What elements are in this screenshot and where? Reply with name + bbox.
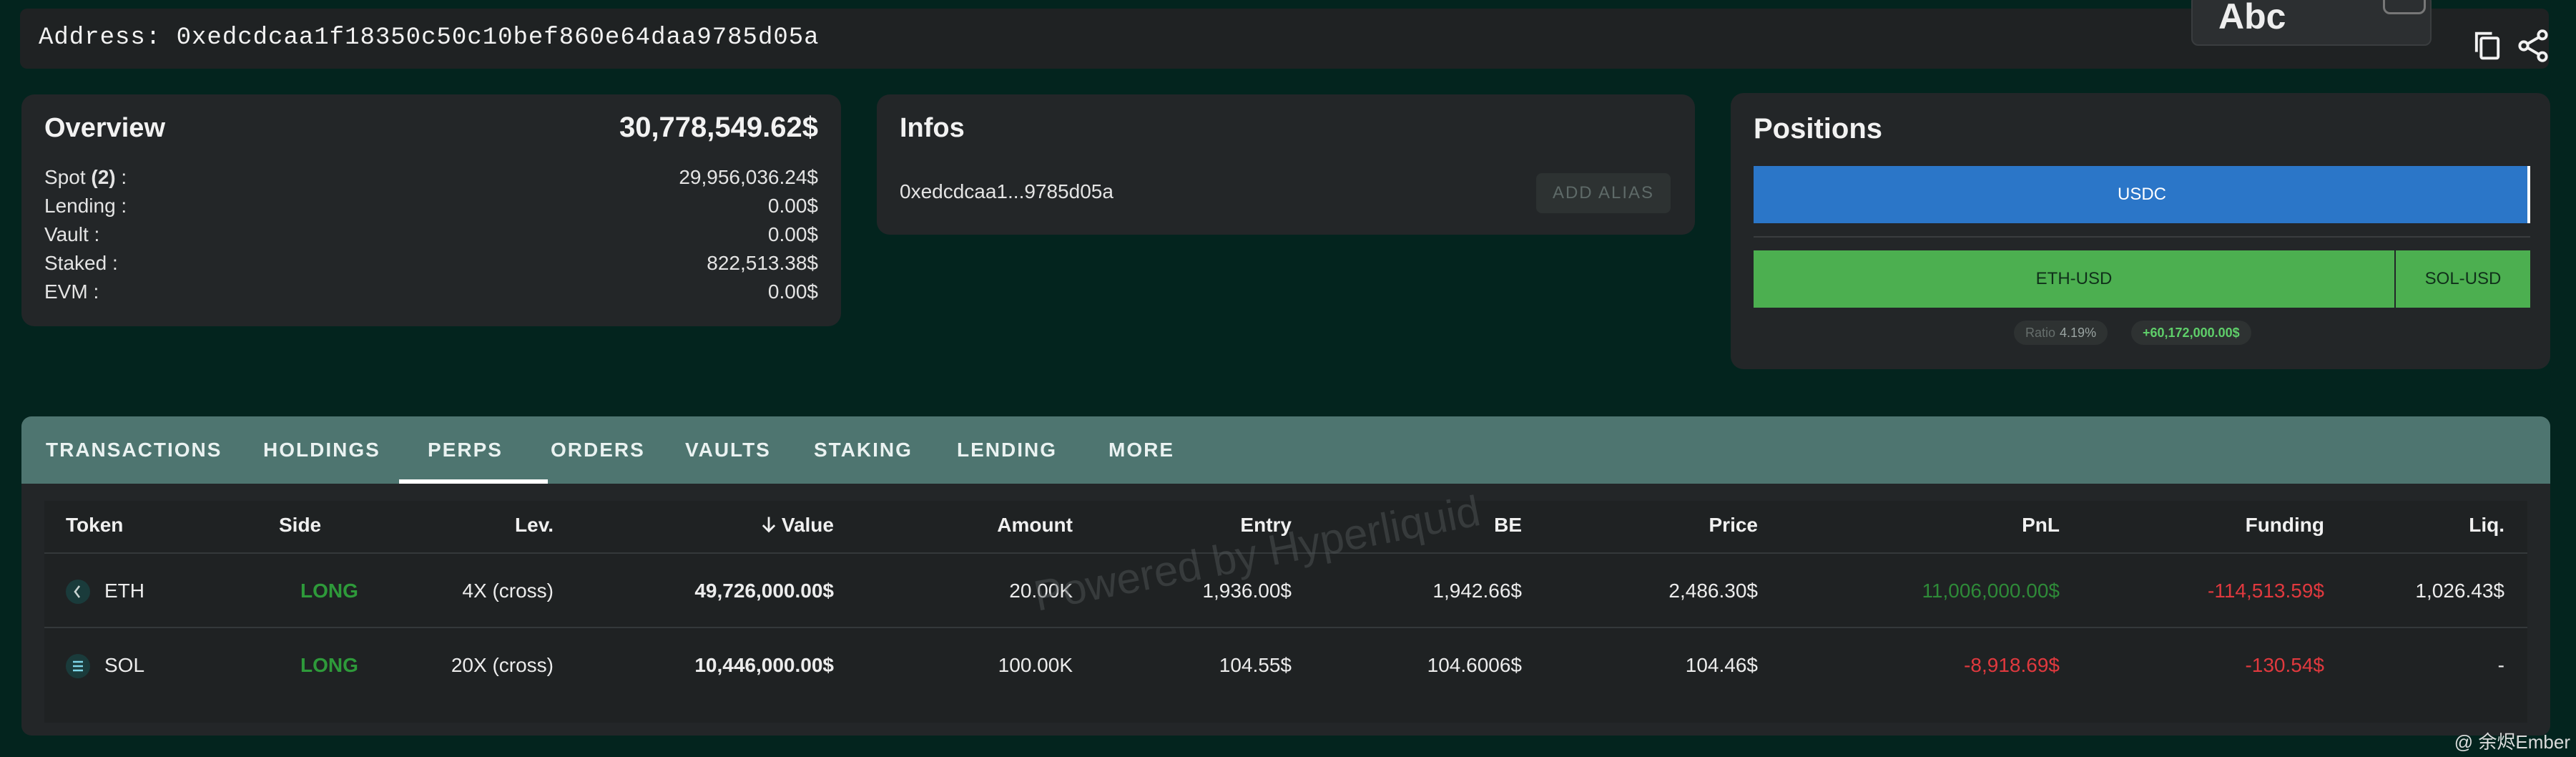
ratio-badge: Ratio 4.19%: [2014, 321, 2108, 345]
sol-usd-position-bar[interactable]: SOL-USD: [2396, 250, 2530, 308]
pnl-value: 11,006,000.00$: [1922, 580, 2060, 602]
vault-value: 0.00$: [767, 223, 818, 245]
ratio-label: Ratio: [2025, 326, 2056, 340]
pnl-value: -8,918.69$: [1964, 654, 2060, 676]
spot-label-suffix: :: [115, 166, 127, 188]
address-bar: Address: 0xedcdcaa1f18350c50c10bef860e64…: [20, 0, 2552, 69]
overview-card: Overview 30,778,549.62$ Spot (2) : 29,95…: [21, 94, 841, 326]
header-lev[interactable]: Lev.: [515, 514, 554, 537]
evm-label: EVM :: [44, 280, 99, 303]
usdc-position-bar[interactable]: USDC: [1754, 166, 2530, 223]
tab-vaults[interactable]: VAULTS: [685, 416, 771, 484]
price-value: 2,486.30$: [1668, 580, 1758, 602]
overlay-abc-box: Abc: [2191, 0, 2432, 46]
usdc-bar-edge: [2527, 166, 2530, 223]
ratio-value: 4.19%: [2060, 326, 2097, 340]
add-alias-button[interactable]: ADD ALIAS: [1536, 173, 1671, 213]
header-be[interactable]: BE: [1494, 514, 1522, 537]
overview-row-lending: Lending : 0.00$: [44, 195, 818, 223]
lending-label: Lending :: [44, 195, 127, 217]
side-value: LONG: [300, 654, 358, 676]
header-value-group[interactable]: Value: [759, 514, 834, 537]
short-address: 0xedcdcaa1...9785d05a: [900, 180, 1114, 202]
wallet-address: Address: 0xedcdcaa1f18350c50c10bef860e64…: [39, 24, 820, 52]
amount-value: 100.00K: [998, 654, 1073, 676]
lev-value: 20X (cross): [451, 654, 554, 676]
entry-value: 104.55$: [1219, 654, 1292, 676]
spot-label-prefix: Spot: [44, 166, 92, 188]
positions-card: Positions USDC ETH-USD SOL-USD Ratio 4.19…: [1731, 93, 2550, 369]
infos-title: Infos: [900, 113, 965, 143]
funding-value: -114,513.59$: [2208, 580, 2324, 602]
lev-value: 4X (cross): [462, 580, 554, 602]
header-pnl[interactable]: PnL: [2022, 514, 2060, 537]
be-value: 1,942.66$: [1432, 580, 1522, 602]
token-name: ETH: [104, 580, 144, 602]
tab-holdings[interactable]: HOLDINGS: [263, 416, 380, 484]
be-value: 104.6006$: [1427, 654, 1522, 676]
infos-card: Infos 0xedcdcaa1...9785d05a ADD ALIAS: [877, 94, 1695, 235]
author-credit: @ 余烬Ember: [2454, 731, 2570, 753]
header-amount[interactable]: Amount: [997, 514, 1073, 537]
eth-token-icon: [66, 580, 90, 604]
tab-bar: TRANSACTIONS HOLDINGS PERPS ORDERS VAULT…: [21, 416, 2550, 484]
position-value: 49,726,000.00$: [694, 580, 834, 602]
table-row[interactable]: SOL LONG 20X (cross) 10,446,000.00$ 100.…: [44, 627, 2527, 701]
tab-staking[interactable]: STAKING: [814, 416, 913, 484]
overview-title: Overview: [44, 113, 165, 143]
header-liq[interactable]: Liq.: [2469, 514, 2504, 537]
evm-value: 0.00$: [767, 280, 818, 303]
arrow-down-icon: [762, 517, 775, 533]
tabs-panel: TRANSACTIONS HOLDINGS PERPS ORDERS VAULT…: [21, 416, 2550, 736]
tab-orders[interactable]: ORDERS: [551, 416, 645, 484]
spot-count: (2): [91, 166, 116, 188]
spot-value: 29,956,036.24$: [679, 166, 818, 188]
price-value: 104.46$: [1685, 654, 1758, 676]
staked-value: 822,513.38$: [707, 252, 818, 274]
tab-perps[interactable]: PERPS: [428, 416, 503, 484]
overlay-abc-text: Abc: [2218, 0, 2286, 36]
header-funding[interactable]: Funding: [2246, 514, 2324, 537]
positions-pnl-badge: +60,172,000.00$: [2131, 321, 2251, 345]
header-value: Value: [781, 514, 834, 536]
funding-value: -130.54$: [2245, 654, 2324, 676]
header-side[interactable]: Side: [279, 514, 321, 537]
header-token[interactable]: Token: [66, 514, 123, 537]
positions-title: Positions: [1754, 113, 1883, 145]
overlay-logo-icon: [2383, 0, 2426, 14]
overview-row-spot: Spot (2) : 29,956,036.24$: [44, 166, 818, 195]
copy-icon[interactable]: [2469, 27, 2506, 64]
overview-total: 30,778,549.62$: [619, 112, 818, 143]
position-value: 10,446,000.00$: [694, 654, 834, 676]
liq-value: 1,026.43$: [2415, 580, 2504, 602]
token-name: SOL: [104, 654, 145, 676]
header-price[interactable]: Price: [1709, 514, 1759, 537]
spot-label: Spot (2) :: [44, 166, 127, 189]
lending-value: 0.00$: [767, 195, 818, 217]
sol-token-icon: [66, 654, 90, 678]
positions-divider: [1754, 236, 2530, 238]
overview-row-vault: Vault : 0.00$: [44, 223, 818, 252]
overview-row-evm: EVM : 0.00$: [44, 280, 818, 309]
tab-lending[interactable]: LENDING: [957, 416, 1057, 484]
vault-label: Vault :: [44, 223, 100, 245]
staked-label: Staked :: [44, 252, 118, 274]
tab-more[interactable]: MORE: [1108, 416, 1174, 484]
liq-value: -: [2497, 654, 2504, 676]
overview-row-staked: Staked : 822,513.38$: [44, 252, 818, 280]
share-icon[interactable]: [2514, 27, 2552, 64]
tab-transactions[interactable]: TRANSACTIONS: [46, 416, 222, 484]
active-tab-indicator: [399, 479, 548, 484]
eth-usd-position-bar[interactable]: ETH-USD: [1754, 250, 2394, 308]
side-value: LONG: [300, 580, 358, 602]
